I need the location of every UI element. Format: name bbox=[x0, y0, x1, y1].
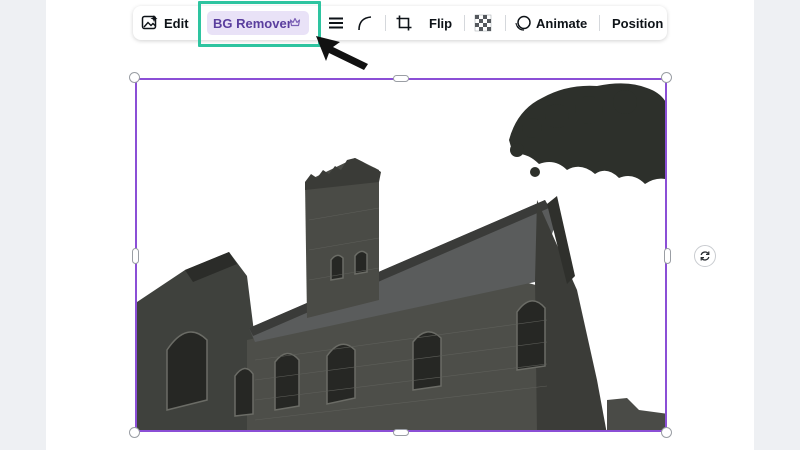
rotate-icon bbox=[700, 251, 710, 261]
crop-button[interactable] bbox=[395, 6, 413, 40]
church-photo bbox=[137, 80, 665, 430]
toolbar-divider bbox=[385, 15, 386, 31]
animate-icon bbox=[515, 15, 531, 31]
toolbar-divider bbox=[505, 15, 506, 31]
position-button[interactable]: Position bbox=[612, 6, 663, 40]
bg-remover-highlight bbox=[198, 1, 321, 47]
edit-button[interactable]: Edit bbox=[141, 6, 189, 40]
crop-icon bbox=[396, 15, 412, 31]
pointer-arrow-icon bbox=[316, 36, 368, 70]
border-weight-icon bbox=[329, 17, 343, 29]
resize-handle-bottom[interactable] bbox=[393, 429, 409, 436]
position-label: Position bbox=[612, 15, 664, 31]
animate-button[interactable]: Animate bbox=[514, 6, 587, 40]
resize-handle-right[interactable] bbox=[664, 248, 671, 264]
resize-handle-top-right[interactable] bbox=[661, 72, 672, 83]
selected-image-frame[interactable] bbox=[135, 78, 667, 432]
rotate-button[interactable] bbox=[694, 245, 716, 267]
edit-label: Edit bbox=[164, 15, 189, 31]
edit-image-icon bbox=[141, 15, 158, 30]
toolbar-divider bbox=[599, 15, 600, 31]
resize-handle-bottom-left[interactable] bbox=[129, 427, 140, 438]
transparency-checker-icon bbox=[474, 14, 492, 32]
flip-button[interactable]: Flip bbox=[429, 6, 452, 40]
resize-handle-top[interactable] bbox=[393, 75, 409, 82]
resize-handle-left[interactable] bbox=[132, 248, 139, 264]
transparency-button[interactable] bbox=[474, 6, 492, 40]
flip-label: Flip bbox=[429, 15, 453, 31]
toolbar-divider bbox=[464, 15, 465, 31]
animate-label: Animate bbox=[536, 15, 588, 31]
corner-rounding-icon bbox=[358, 16, 372, 31]
resize-handle-top-left[interactable] bbox=[129, 72, 140, 83]
resize-handle-bottom-right[interactable] bbox=[661, 427, 672, 438]
